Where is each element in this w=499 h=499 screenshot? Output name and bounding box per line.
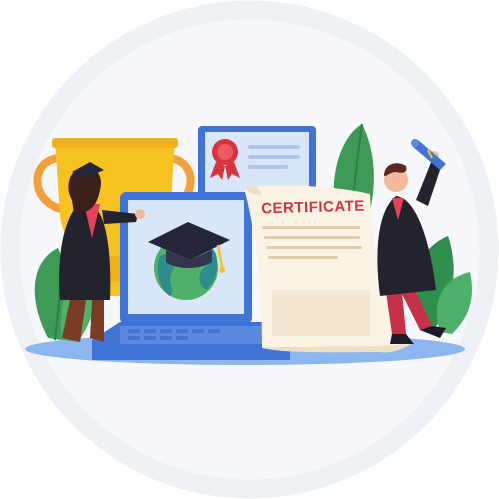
graduation-illustration bbox=[0, 0, 499, 499]
certificate-title: CERTIFICATE bbox=[261, 197, 365, 218]
